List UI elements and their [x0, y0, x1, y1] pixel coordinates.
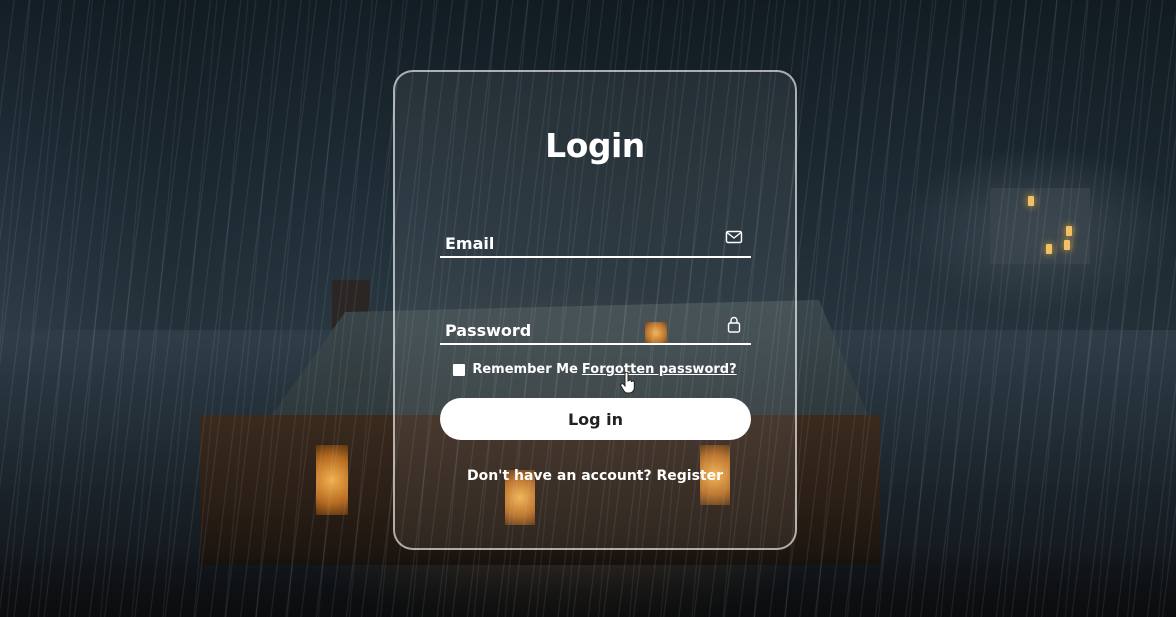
mail-icon [725, 230, 743, 244]
forgot-password-link[interactable]: Forgotten password? [582, 362, 737, 377]
lock-icon [727, 316, 741, 333]
hand-cursor-icon [620, 372, 635, 394]
remember-row: Remember Me Forgotten password? [395, 362, 795, 377]
login-button[interactable]: Log in [440, 398, 751, 440]
password-placeholder: Password [445, 321, 532, 340]
email-field[interactable]: Email [440, 226, 751, 258]
email-placeholder: Email [445, 234, 495, 253]
password-field[interactable]: Password [440, 313, 751, 345]
remember-me-label: Remember Me [472, 362, 578, 377]
register-link[interactable]: Register [657, 468, 724, 484]
register-row: Don't have an account? Register [395, 468, 795, 484]
remember-me-checkbox[interactable] [453, 363, 466, 376]
login-title: Login [545, 126, 645, 165]
login-card: Login Email Password Remember Me Forgott… [393, 70, 797, 550]
register-prompt: Don't have an account? [466, 468, 652, 484]
